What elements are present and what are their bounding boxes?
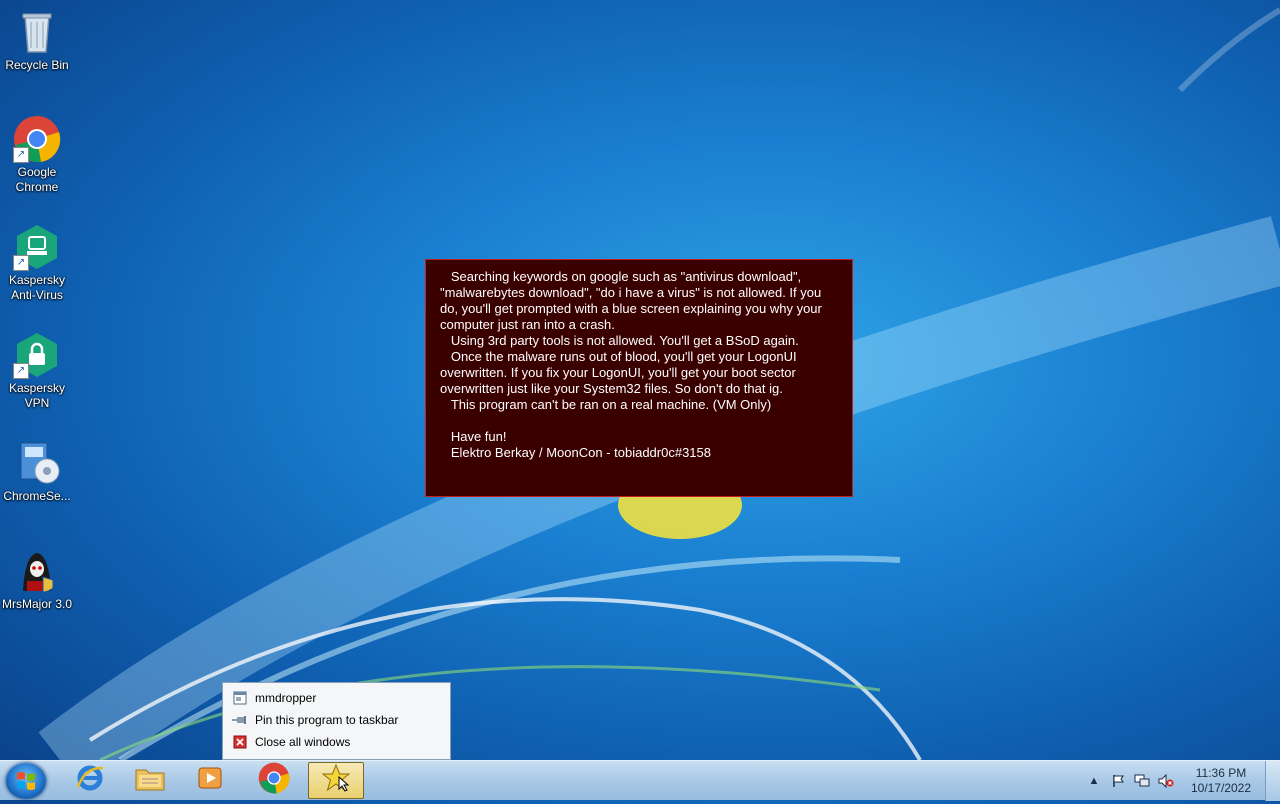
taskbar-jump-list: mmdropper Pin this program to taskbar Cl…: [222, 682, 451, 760]
message-line: Searching keywords on google such as "an…: [440, 269, 826, 332]
message-line: Have fun!: [440, 429, 507, 444]
jumplist-item-label: Pin this program to taskbar: [255, 713, 399, 727]
shortcut-arrow-icon: ↗: [13, 363, 29, 379]
taskbar-button-google-chrome[interactable]: [246, 762, 302, 799]
kaspersky-vpn-icon: ↗: [13, 331, 61, 379]
jumplist-item-program[interactable]: mmdropper: [223, 687, 450, 709]
taskbar: ▲ 11:36 PM 10/17/2022: [0, 760, 1280, 801]
desktop-icon-label: Kaspersky VPN: [8, 381, 66, 410]
network-icon[interactable]: [1133, 772, 1151, 790]
message-line: Elektro Berkay / MoonCon - tobiaddr0c#31…: [440, 445, 711, 460]
close-icon: [232, 734, 248, 750]
desktop-icon-recycle-bin[interactable]: Recycle Bin: [0, 8, 74, 73]
installer-icon: [13, 439, 61, 487]
taskbar-button-internet-explorer[interactable]: [62, 762, 118, 799]
desktop-icon-google-chrome[interactable]: ↗ Google Chrome: [0, 115, 74, 195]
internet-explorer-icon: [75, 763, 105, 798]
program-window-icon: [232, 690, 248, 706]
jumplist-item-close-all[interactable]: Close all windows: [223, 731, 450, 753]
malware-message-window: Searching keywords on google such as "an…: [425, 259, 853, 497]
desktop-icon-kaspersky-vpn[interactable]: ↗ Kaspersky VPN: [0, 331, 74, 411]
message-line: Using 3rd party tools is not allowed. Yo…: [440, 333, 799, 348]
star-app-icon: [321, 763, 351, 798]
taskbar-button-windows-explorer[interactable]: [122, 762, 178, 799]
jumplist-item-pin[interactable]: Pin this program to taskbar: [223, 709, 450, 731]
desktop-icon-label: MrsMajor 3.0: [1, 597, 72, 611]
desktop-icon-label: Google Chrome: [15, 165, 59, 194]
shortcut-arrow-icon: ↗: [13, 255, 29, 271]
shortcut-arrow-icon: ↗: [13, 147, 29, 163]
jumplist-item-label: mmdropper: [255, 691, 317, 705]
folder-icon: [134, 764, 166, 797]
show-desktop-button[interactable]: [1265, 761, 1280, 801]
chrome-icon: ↗: [13, 115, 61, 163]
desktop-icon-kaspersky-antivirus[interactable]: ↗ Kaspersky Anti-Virus: [0, 223, 74, 303]
clock[interactable]: 11:36 PM 10/17/2022: [1184, 766, 1258, 796]
start-button[interactable]: [6, 763, 46, 799]
chrome-icon: [258, 762, 290, 799]
show-hidden-icons-chevron-icon[interactable]: ▲: [1085, 772, 1103, 790]
message-line: [440, 413, 842, 429]
desktop-icon-mrsmajor[interactable]: MrsMajor 3.0: [0, 547, 74, 612]
desktop-icon-chromesetup[interactable]: ChromeSe...: [0, 439, 74, 504]
action-center-flag-icon[interactable]: [1109, 772, 1127, 790]
message-line: Once the malware runs out of blood, you'…: [440, 349, 801, 396]
desktop-icon-label: ChromeSe...: [3, 489, 71, 503]
mrsmajor-icon: [13, 547, 61, 595]
desktop-icon-label: Recycle Bin: [5, 58, 69, 72]
media-player-icon: [196, 764, 224, 797]
system-tray: ▲ 11:36 PM 10/17/2022: [1082, 761, 1258, 801]
recycle-bin-icon: [13, 8, 61, 56]
taskbar-button-media-player[interactable]: [182, 762, 238, 799]
pin-icon: [232, 712, 248, 728]
taskbar-button-mmdropper[interactable]: [308, 762, 364, 799]
desktop-icon-label: Kaspersky Anti-Virus: [8, 273, 66, 302]
clock-time: 11:36 PM: [1195, 766, 1247, 780]
jumplist-item-label: Close all windows: [255, 735, 351, 749]
volume-muted-icon[interactable]: [1157, 772, 1175, 790]
clock-date: 10/17/2022: [1190, 781, 1252, 795]
kaspersky-antivirus-icon: ↗: [13, 223, 61, 271]
windows-logo-icon: [17, 772, 35, 790]
message-line: This program can't be ran on a real mach…: [440, 397, 772, 412]
